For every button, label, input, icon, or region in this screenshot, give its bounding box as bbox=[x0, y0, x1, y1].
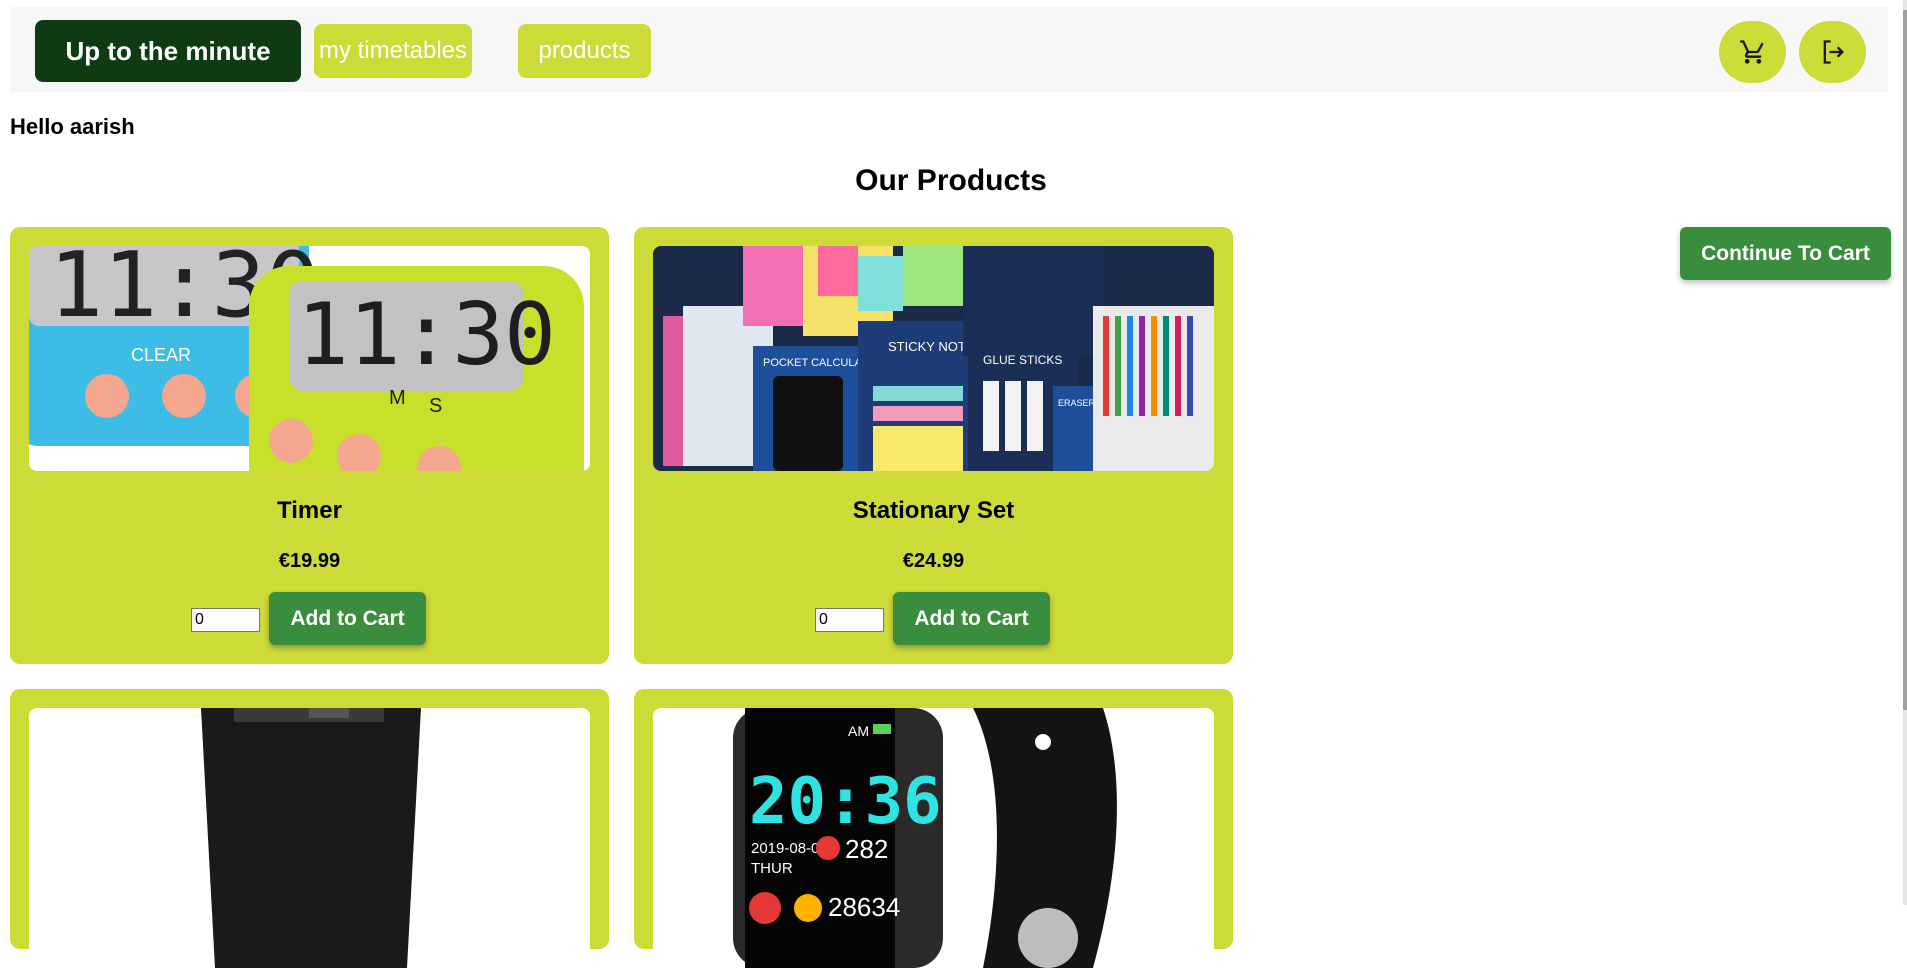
product-name: Timer bbox=[277, 497, 342, 524]
greeting-text: Hello aarish bbox=[10, 114, 135, 139]
svg-text:S: S bbox=[429, 395, 442, 417]
tumbler-image bbox=[29, 708, 590, 968]
svg-text:11:30: 11:30 bbox=[297, 285, 556, 385]
top-navbar: Up to the minute my timetables products bbox=[10, 7, 1888, 92]
scrollbar-thumb[interactable] bbox=[1903, 10, 1907, 710]
product-card-smartwatch: AM 20:36 2019-08-07 THUR 282 28634 bbox=[634, 689, 1233, 968]
cart-button[interactable] bbox=[1719, 21, 1786, 83]
nav-link-products[interactable]: products bbox=[518, 24, 651, 78]
product-price: €24.99 bbox=[902, 550, 965, 572]
logout-button[interactable] bbox=[1799, 21, 1866, 83]
svg-text:THUR: THUR bbox=[751, 860, 793, 877]
svg-text:CLEAR: CLEAR bbox=[131, 345, 191, 365]
quantity-input[interactable] bbox=[815, 608, 884, 632]
svg-text:M: M bbox=[389, 387, 406, 409]
cart-icon bbox=[1739, 40, 1764, 64]
brand-logo[interactable]: Up to the minute bbox=[35, 20, 301, 82]
product-card-tumbler bbox=[10, 689, 609, 968]
smartwatch-image: AM 20:36 2019-08-07 THUR 282 28634 bbox=[653, 708, 1214, 968]
product-name: Stationary Set bbox=[852, 497, 1015, 524]
page-scrollbar[interactable] bbox=[1903, 0, 1907, 905]
svg-text:20:36: 20:36 bbox=[749, 765, 942, 839]
svg-text:GLUE STICKS: GLUE STICKS bbox=[983, 353, 1062, 367]
quantity-input[interactable] bbox=[191, 608, 260, 632]
add-to-cart-button[interactable]: Add to Cart bbox=[269, 592, 426, 645]
product-card-stationary-set: POCKET CALCULATOR STICKY NOTEPADS GLUE S… bbox=[634, 227, 1233, 664]
svg-text:282: 282 bbox=[845, 834, 888, 864]
product-card-timer: 11:30 CLEAR 11:30 M S Timer €19.99 Add t… bbox=[10, 227, 609, 664]
page-title: Our Products bbox=[855, 164, 1047, 197]
product-price: €19.99 bbox=[278, 550, 341, 572]
continue-to-cart-button[interactable]: Continue To Cart bbox=[1680, 227, 1891, 280]
timer-image: 11:30 CLEAR 11:30 M S bbox=[29, 246, 590, 471]
logout-icon bbox=[1823, 40, 1844, 64]
svg-text:AM: AM bbox=[848, 723, 869, 739]
nav-link-timetables[interactable]: my timetables bbox=[314, 24, 472, 78]
stationery-image: POCKET CALCULATOR STICKY NOTEPADS GLUE S… bbox=[653, 246, 1214, 471]
svg-text:28634: 28634 bbox=[828, 892, 900, 922]
add-to-cart-button[interactable]: Add to Cart bbox=[893, 592, 1050, 645]
